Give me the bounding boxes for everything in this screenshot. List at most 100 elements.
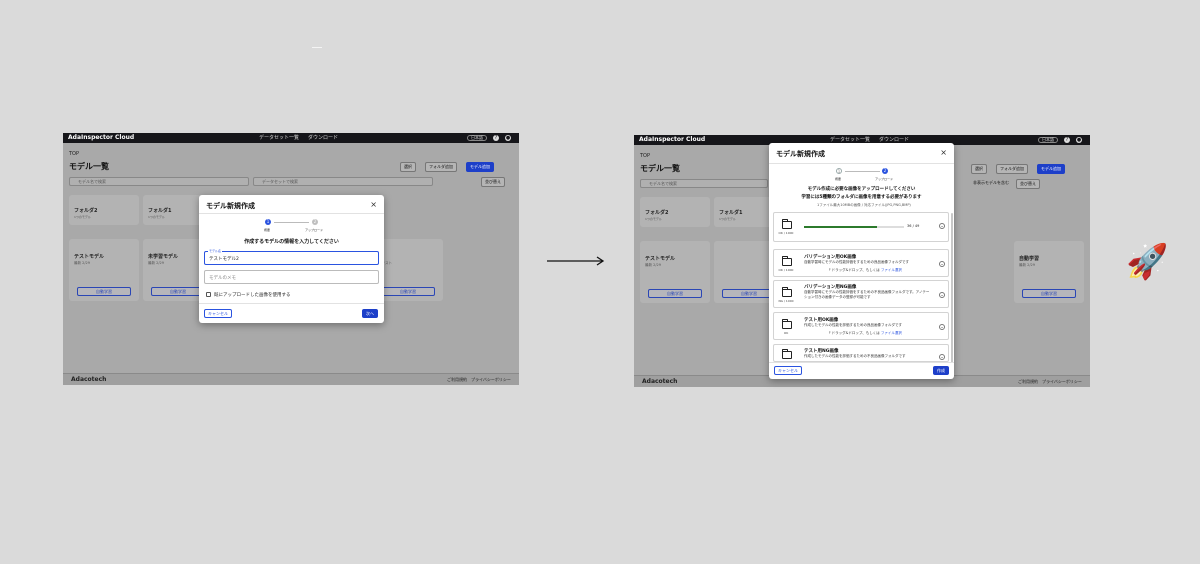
model-name-value: テストモデル2 [209, 257, 239, 262]
upload-progress-count: 36 / 49 [907, 224, 920, 228]
sort-button[interactable]: 並び替え [481, 177, 505, 187]
footer: Adacotech ご利用規約 プライバシーポリシー [63, 373, 519, 385]
folder-icon [782, 287, 792, 297]
folder-name: フォルダ1 [719, 210, 743, 216]
add-model-button[interactable]: モデル追加 [466, 162, 494, 172]
drop-zone[interactable]: ⤒ ドラッグ&ドロップ、もしくは ファイル選択 [829, 331, 902, 336]
folder-description: 作成したモデルの性能を評価するための不良品画像フォルダです [804, 354, 906, 358]
nav-download-link[interactable]: ダウンロード [308, 133, 338, 143]
search-dataset-input[interactable]: データセットで検索 [253, 177, 433, 186]
cancel-button[interactable]: キャンセル [774, 366, 802, 375]
cancel-button[interactable]: キャンセル [204, 309, 232, 318]
step-1-label: 概要 [835, 177, 842, 181]
auto-train-button[interactable]: 自動学習 [648, 289, 702, 298]
model-name-field[interactable]: モデル名 テストモデル2 [204, 249, 379, 265]
upload-images-dialog: モデル新規作成 × 1 2 概要 アップロード モデル作成に必要な画像をアップロ… [769, 143, 954, 379]
chevron-down-icon[interactable]: ⌄ [939, 324, 945, 330]
close-icon[interactable]: × [940, 148, 947, 157]
add-folder-button[interactable]: フォルダ追加 [996, 164, 1028, 174]
folder-card[interactable]: フォルダ2 1つのモデル [69, 195, 139, 225]
auto-train-button[interactable]: 自動学習 [151, 287, 205, 296]
folder-icon [782, 349, 792, 359]
page-title: モデル一覧 [69, 162, 109, 171]
upload-folder-card[interactable]: OK / 1000 36 / 49 ⌄ [773, 212, 949, 242]
sort-button[interactable]: 並び替え [1016, 179, 1040, 189]
folder-image-count: OK / 1000 [778, 231, 794, 235]
screen-left: AdaInspector Cloud データセット一覧 ダウンロード 日本語 ?… [63, 133, 519, 385]
drop-zone[interactable]: ⤒ ドラッグ&ドロップ、もしくは ファイル選択 [829, 268, 902, 273]
terms-link[interactable]: ご利用規約 [447, 377, 467, 383]
folder-icon [782, 319, 792, 329]
create-model-dialog: モデル新規作成 × 1 2 概要 アップロード 作成するモデルの情報を入力してく… [199, 195, 384, 323]
folder-name: フォルダ2 [645, 210, 669, 216]
language-select[interactable]: 日本語 [1038, 137, 1058, 143]
folder-description: 作成したモデルの性能を評価するための良品画像フォルダです [804, 323, 902, 327]
divider [769, 362, 954, 363]
folder-description: 自動学習時にモデルの性能評価をするための良品画像フォルダです [804, 260, 909, 264]
account-icon[interactable]: ● [1076, 137, 1082, 143]
model-name: テストモデル [74, 254, 105, 260]
divider [769, 163, 954, 164]
model-date: 最新 2/29 [1019, 263, 1035, 267]
close-icon[interactable]: × [370, 200, 377, 209]
folder-requirement: 学習には5種類のフォルダに画像を用意する必要があります [801, 195, 922, 200]
dialog-title: モデル新規作成 [776, 150, 825, 158]
model-card[interactable]: テストモデル 最新 2/29 自動学習 [69, 239, 139, 301]
select-button[interactable]: 選択 [400, 162, 416, 172]
chevron-down-icon[interactable]: ⌄ [939, 354, 945, 360]
model-date: 最新 2/29 [645, 263, 661, 267]
scrollbar[interactable] [951, 213, 953, 363]
auto-train-button[interactable]: 自動学習 [1022, 289, 1076, 298]
auto-train-button[interactable]: 自動学習 [381, 287, 435, 296]
upload-instruction: モデル作成に必要な画像をアップロードしてください [807, 187, 916, 192]
breadcrumb[interactable]: TOP [640, 153, 650, 159]
select-button[interactable]: 選択 [971, 164, 987, 174]
folder-name: フォルダ2 [74, 208, 98, 214]
privacy-link[interactable]: プライバシーポリシー [471, 377, 511, 383]
add-model-button[interactable]: モデル追加 [1037, 164, 1065, 174]
search-model-input[interactable]: モデル名で検索 [640, 179, 768, 188]
add-folder-button[interactable]: フォルダ追加 [425, 162, 457, 172]
breadcrumb[interactable]: TOP [69, 151, 79, 157]
nav-dataset-link[interactable]: データセット一覧 [259, 133, 299, 143]
help-icon[interactable]: ? [1064, 137, 1070, 143]
divider [199, 303, 384, 304]
auto-train-button[interactable]: 自動学習 [722, 289, 776, 298]
chevron-down-icon[interactable]: ⌄ [939, 292, 945, 298]
model-name: テストモデル [645, 256, 676, 262]
next-button[interactable]: 次へ [362, 309, 378, 318]
chevron-down-icon[interactable]: ⌄ [939, 261, 945, 267]
right-arrow-icon [547, 256, 605, 266]
terms-link[interactable]: ご利用規約 [1018, 379, 1038, 385]
file-select-link[interactable]: ファイル選択 [881, 268, 902, 272]
upload-folder-card[interactable]: NG / 1000 バリデーション用NG画像 自動学習時にモデルの性能評価をする… [773, 280, 949, 308]
show-hidden-toggle[interactable]: 非表示モデルを含む [970, 179, 1012, 189]
search-model-input[interactable]: モデル名で検索 [69, 177, 249, 186]
create-button[interactable]: 作成 [933, 366, 949, 375]
folder-card[interactable]: フォルダ2 1つのモデル [640, 197, 710, 227]
account-icon[interactable]: ● [505, 135, 511, 141]
help-icon[interactable]: ? [493, 135, 499, 141]
upload-folder-card[interactable]: OK / 1000 バリデーション用OK画像 自動学習時にモデルの性能評価をする… [773, 249, 949, 277]
step-connector [845, 171, 880, 172]
folder-count: 1つのモデル [719, 217, 736, 221]
upload-folder-card[interactable]: テスト用NG画像 作成したモデルの性能を評価するための不良品画像フォルダです ⌄ [773, 344, 949, 362]
model-memo-field[interactable]: モデルのメモ [204, 270, 379, 284]
footer-logo: Adacotech [71, 376, 107, 383]
chevron-down-icon[interactable]: ⌄ [939, 223, 945, 229]
use-uploaded-checkbox[interactable] [206, 292, 211, 297]
step-2-indicator: 2 [312, 219, 318, 225]
model-date: 最新 2/29 [74, 261, 90, 265]
privacy-link[interactable]: プライバシーポリシー [1042, 379, 1082, 385]
canvas: AdaInspector Cloud データセット一覧 ダウンロード 日本語 ?… [0, 0, 1200, 564]
step-1-label: 概要 [264, 228, 271, 232]
model-name: 自動学習 [1019, 256, 1040, 262]
auto-train-button[interactable]: 自動学習 [77, 287, 131, 296]
file-select-link[interactable]: ファイル選択 [881, 331, 902, 335]
language-select[interactable]: 日本語 [467, 135, 487, 141]
model-card[interactable]: テストモデル 最新 2/29 自動学習 [640, 241, 710, 303]
file-spec: 1ファイル最大10MBの画像 / 対応ファイル(JPG,PNG,BMP) [817, 203, 911, 207]
upload-folder-card[interactable]: OK テスト用OK画像 作成したモデルの性能を評価するための良品画像フォルダです… [773, 312, 949, 340]
divider [199, 213, 384, 214]
model-card[interactable]: 自動学習 最新 2/29 自動学習 [1014, 241, 1084, 303]
